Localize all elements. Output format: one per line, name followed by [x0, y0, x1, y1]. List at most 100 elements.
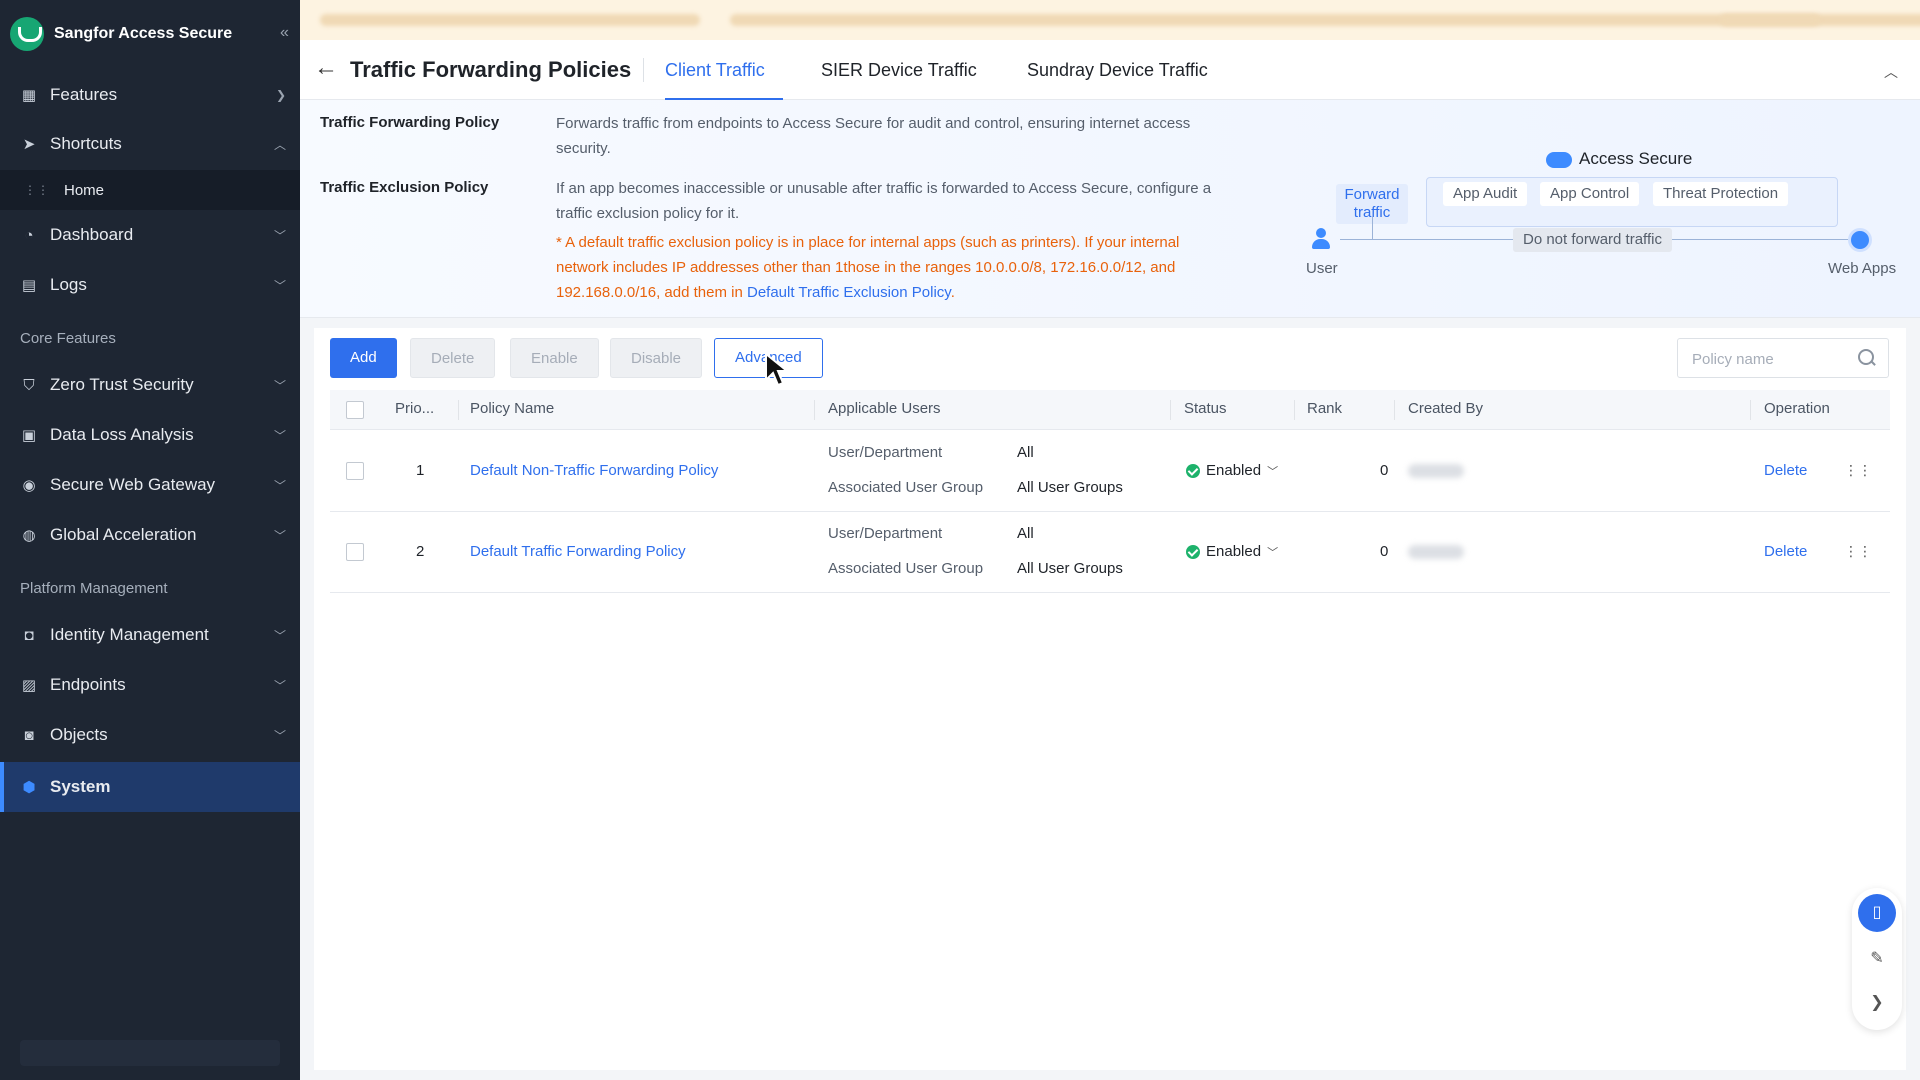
check-circle-icon	[1186, 463, 1200, 478]
notification-banner	[300, 0, 1920, 40]
sidebar-item-zero-trust-security[interactable]: ⛉ Zero Trust Security ﹀	[0, 362, 300, 408]
collapse-header-icon[interactable]: ︿	[1884, 62, 1898, 82]
column-priority[interactable]: Prio...	[395, 400, 434, 417]
sidebar-item-logs[interactable]: ▤ Logs ﹀	[0, 262, 300, 308]
sidebar-item-objects[interactable]: ◙ Objects ﹀	[0, 712, 300, 758]
sidebar-item-data-loss-analysis[interactable]: ▣ Data Loss Analysis ﹀	[0, 412, 300, 458]
user-label: User	[1306, 260, 1338, 277]
table-header: Prio... Policy Name Applicable Users Sta…	[330, 390, 1890, 430]
sidebar-item-dashboard[interactable]: ◔ Dashboard ﹀	[0, 212, 300, 258]
column-applicable-users[interactable]: Applicable Users	[828, 400, 941, 417]
search-icon[interactable]	[1858, 349, 1876, 367]
sidebar-item-endpoints[interactable]: ▨ Endpoints ﹀	[0, 662, 300, 708]
sidebar-item-shortcuts[interactable]: ➤ Shortcuts ︿	[0, 121, 300, 167]
chevron-down-icon: ﹀	[273, 628, 286, 643]
row-checkbox[interactable]	[346, 543, 364, 561]
chevron-down-icon: ﹀	[273, 528, 286, 543]
sidebar-item-system[interactable]: ⬢ System	[0, 762, 300, 812]
chevron-down-icon: ﹀	[273, 228, 286, 243]
forwarding-policy-description: Forwards traffic from endpoints to Acces…	[556, 115, 1191, 157]
chevron-down-icon: ﹀	[273, 678, 286, 693]
chevron-right-icon: ❯	[275, 88, 286, 102]
book-icon[interactable]: ▯	[1858, 894, 1896, 932]
column-created-by[interactable]: Created By	[1408, 400, 1483, 417]
disable-button[interactable]: Disable	[610, 338, 703, 378]
policy-name-link[interactable]: Default Traffic Forwarding Policy	[470, 543, 686, 560]
sidebar-item-label: Endpoints	[50, 675, 126, 694]
brand[interactable]: Sangfor Access Secure	[10, 14, 232, 54]
diagram-title: Access Secure	[1579, 149, 1693, 168]
default-exclusion-policy-link[interactable]: Default Traffic Exclusion Policy	[747, 284, 951, 301]
section-core-features: Core Features	[20, 330, 116, 347]
sidebar-item-global-acceleration[interactable]: ◍ Global Acceleration ﹀	[0, 512, 300, 558]
delete-button[interactable]: Delete	[410, 338, 496, 378]
column-policy-name[interactable]: Policy Name	[470, 400, 554, 417]
exclusion-warning: * A default traffic exclusion policy is …	[556, 230, 1236, 305]
sidebar-item-features[interactable]: ▦ Features ❯	[0, 72, 300, 118]
tab-sundray-device-traffic[interactable]: Sundray Device Traffic	[1027, 60, 1208, 81]
row-priority: 1	[416, 462, 425, 479]
chevron-up-icon: ︿	[273, 137, 286, 152]
created-by-redacted	[1408, 545, 1464, 559]
forwarding-policy-label: Traffic Forwarding Policy	[320, 114, 500, 131]
status-dropdown[interactable]: Enabled ﹀	[1186, 462, 1278, 479]
policy-search[interactable]	[1677, 338, 1889, 378]
chevron-down-icon: ﹀	[273, 428, 286, 443]
status-label: Enabled	[1206, 543, 1262, 560]
drag-handle-icon[interactable]: ⋮⋮	[1844, 543, 1872, 559]
sidebar-item-label: Identity Management	[50, 625, 209, 644]
sidebar-item-label: Secure Web Gateway	[50, 475, 216, 494]
add-button[interactable]: Add	[330, 338, 397, 378]
table-row[interactable]: 1 Default Non-Traffic Forwarding Policy …	[330, 431, 1890, 512]
user-profile-area[interactable]	[20, 1040, 280, 1066]
tag-app-audit: App Audit	[1443, 182, 1528, 206]
mouse-pointer-icon	[765, 352, 790, 387]
forward-connector	[1372, 216, 1373, 239]
user-dept-value: All	[1017, 444, 1034, 461]
edit-icon[interactable]: ✎	[1858, 940, 1896, 978]
policy-name-link[interactable]: Default Non-Traffic Forwarding Policy	[470, 462, 718, 479]
column-separator	[1170, 400, 1171, 420]
sidebar-item-home[interactable]: ⋮⋮ Home	[0, 170, 300, 210]
user-group-label: Associated User Group	[828, 560, 984, 577]
column-rank[interactable]: Rank	[1307, 400, 1342, 417]
select-all-checkbox[interactable]	[346, 401, 364, 419]
enable-button[interactable]: Enable	[510, 338, 599, 378]
back-arrow-icon[interactable]: ←	[314, 56, 338, 80]
grid-icon: ▦	[21, 87, 37, 104]
banner-link-redacted[interactable]	[1720, 14, 1820, 26]
globe-icon: ◍	[22, 527, 36, 544]
column-separator	[1750, 400, 1751, 420]
column-separator	[1394, 400, 1395, 420]
drag-handle-icon: ⋮⋮	[24, 183, 50, 197]
system-icon: ⬢	[22, 779, 36, 796]
delete-link[interactable]: Delete	[1764, 462, 1807, 479]
collapse-sidebar-icon[interactable]: «	[280, 24, 289, 42]
gateway-icon: ◉	[22, 477, 36, 494]
tab-client-traffic[interactable]: Client Traffic	[665, 60, 765, 81]
warning-period: .	[950, 284, 955, 301]
status-dropdown[interactable]: Enabled ﹀	[1186, 543, 1278, 560]
dashboard-icon: ◔	[24, 226, 34, 244]
sidebar-item-identity-management[interactable]: ◘ Identity Management ﹀	[0, 612, 300, 658]
tab-sier-device-traffic[interactable]: SIER Device Traffic	[821, 60, 977, 81]
page-header: ← Traffic Forwarding Policies Client Tra…	[300, 40, 1920, 100]
drag-handle-icon[interactable]: ⋮⋮	[1844, 462, 1872, 478]
chevron-down-icon: ﹀	[273, 278, 286, 293]
search-input[interactable]	[1692, 348, 1852, 370]
user-group-label: Associated User Group	[828, 479, 984, 496]
user-dept-label: User/Department	[828, 525, 943, 542]
web-apps-icon	[1848, 228, 1872, 252]
chevron-down-icon: ﹀	[273, 728, 286, 743]
column-status[interactable]: Status	[1184, 400, 1227, 417]
sidebar-item-label: Dashboard	[50, 225, 134, 244]
row-checkbox[interactable]	[346, 462, 364, 480]
sidebar-item-label: Home	[64, 181, 105, 199]
table-row[interactable]: 2 Default Traffic Forwarding Policy User…	[330, 512, 1890, 593]
delete-link[interactable]: Delete	[1764, 543, 1807, 560]
chevron-right-icon[interactable]: ❯	[1858, 984, 1896, 1022]
sidebar-item-secure-web-gateway[interactable]: ◉ Secure Web Gateway ﹀	[0, 462, 300, 508]
header-divider	[643, 58, 644, 82]
floating-toolbar: ▯ ✎ ❯	[1852, 888, 1902, 1030]
column-separator	[1294, 400, 1295, 420]
